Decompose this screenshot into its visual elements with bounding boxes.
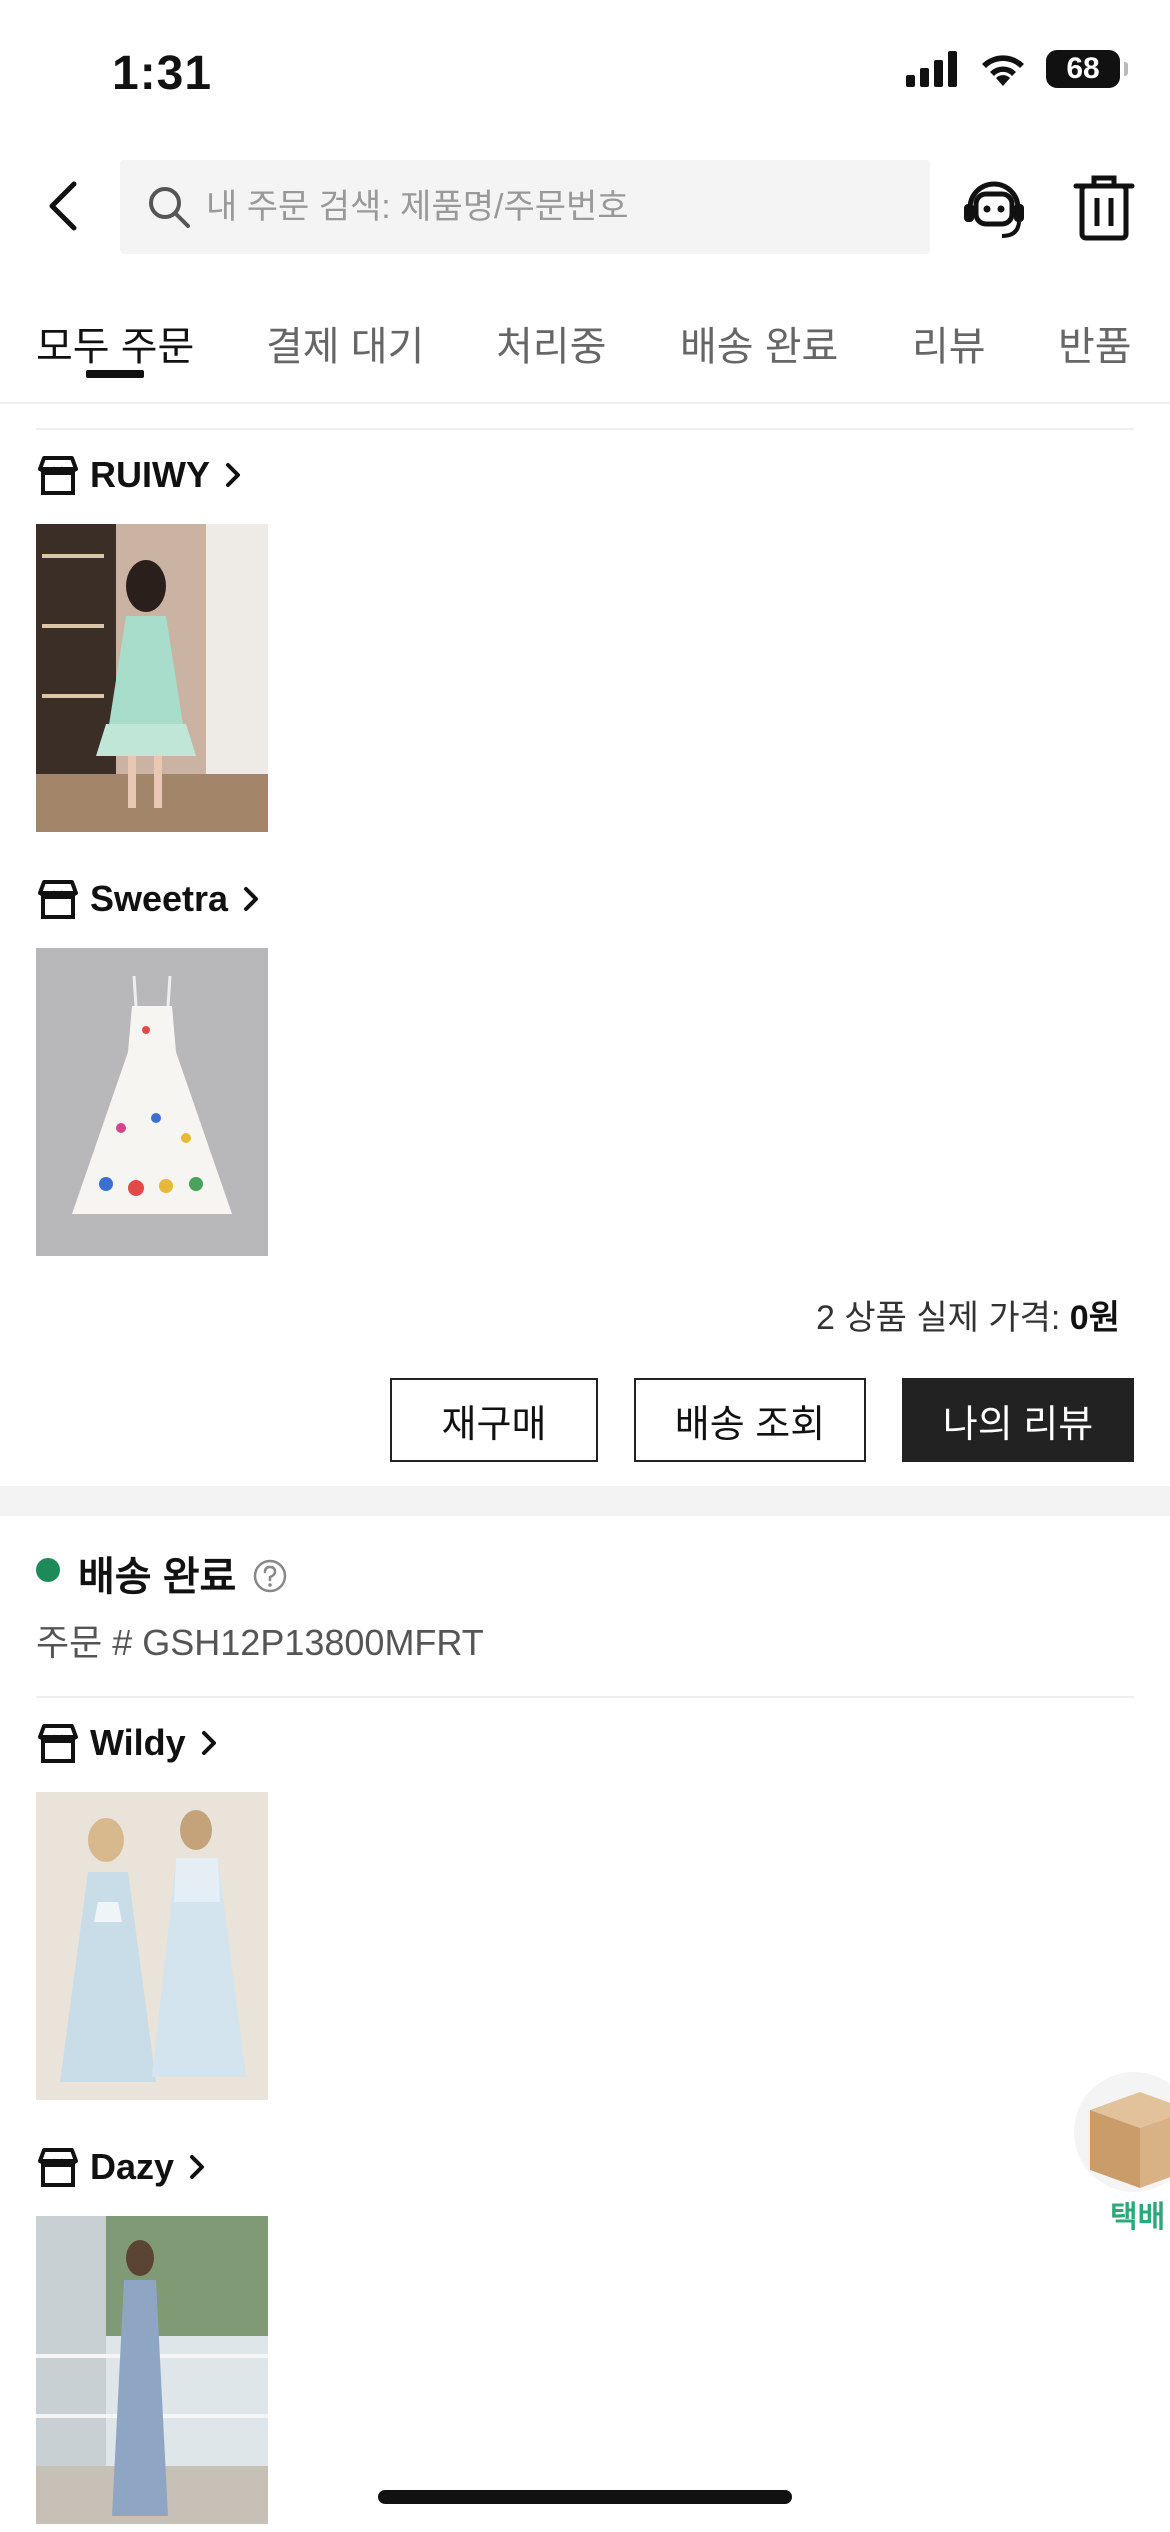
store-name: Dazy (90, 2146, 175, 2187)
store-link[interactable]: Dazy (36, 2146, 212, 2188)
store-link[interactable]: Wildy (36, 1722, 224, 1764)
my-review-button[interactable]: 나의 리뷰 (902, 1378, 1134, 1462)
search-box[interactable] (120, 160, 930, 254)
courier-label: 택배 (1110, 2201, 1166, 2234)
shop-icon (38, 456, 78, 495)
product-image[interactable] (36, 2216, 268, 2524)
status-icons: 68 (906, 50, 1128, 88)
shop-icon (38, 880, 78, 919)
order-separator (0, 1486, 1170, 1516)
tab-pending-payment[interactable]: 결제 대기 (266, 314, 424, 372)
store-link[interactable]: RUIWY (36, 454, 248, 496)
product-image[interactable] (36, 1792, 268, 2100)
tab-all-orders[interactable]: 모두 주문 (36, 314, 194, 372)
shop-icon (38, 1724, 78, 1763)
section-divider (36, 428, 1134, 430)
store-name: RUIWY (90, 454, 210, 495)
courier-box-icon[interactable] (1062, 2052, 1170, 2212)
tab-delivered[interactable]: 배송 완료 (680, 314, 838, 372)
order-status: 배송 완료 (78, 1555, 237, 1599)
tabs-divider (0, 402, 1170, 404)
store-link[interactable]: Sweetra (36, 878, 266, 920)
chevron-right-icon (244, 887, 259, 911)
tab-returns[interactable]: 반품 (1058, 314, 1132, 372)
tab-processing[interactable]: 처리중 (496, 314, 606, 372)
active-tab-indicator (86, 370, 144, 378)
status-dot (36, 1558, 60, 1582)
product-image[interactable] (36, 948, 268, 1256)
chevron-right-icon (201, 1731, 216, 1755)
home-indicator (378, 2490, 792, 2504)
store-name: Wildy (90, 1722, 186, 1763)
back-arrow-icon[interactable] (36, 176, 96, 236)
product-image[interactable] (36, 524, 268, 832)
battery-icon: 68 (1046, 50, 1128, 88)
store-name: Sweetra (90, 878, 229, 919)
trash-icon[interactable] (1072, 170, 1136, 242)
rebuy-button[interactable]: 재구매 (390, 1378, 598, 1462)
tab-review[interactable]: 리뷰 (912, 314, 986, 372)
search-input[interactable] (204, 186, 908, 228)
order-divider (36, 1696, 1134, 1698)
wifi-icon (982, 55, 1024, 86)
total-value: 0원 (1069, 1299, 1120, 1337)
order-tabs: 모두 주문 결제 대기 처리중 배송 완료 리뷰 반품 (0, 300, 1170, 404)
chevron-right-icon (226, 463, 240, 487)
total-label: 2 상품 실제 가격: (815, 1299, 1061, 1337)
help-icon[interactable] (252, 1558, 288, 1594)
order-number: 주문 # GSH12P13800MFRT (36, 1622, 484, 1663)
battery-level: 68 (1066, 52, 1100, 85)
customer-support-icon[interactable] (958, 172, 1030, 244)
status-time: 1:31 (112, 47, 213, 100)
search-icon (149, 187, 190, 228)
track-shipment-button[interactable]: 배송 조회 (634, 1378, 866, 1462)
order-total: 2 상품 실제 가격: 0원 (816, 1290, 1120, 1339)
shop-icon (38, 2148, 78, 2187)
chevron-right-icon (190, 2155, 205, 2179)
signal-icon (906, 51, 957, 87)
